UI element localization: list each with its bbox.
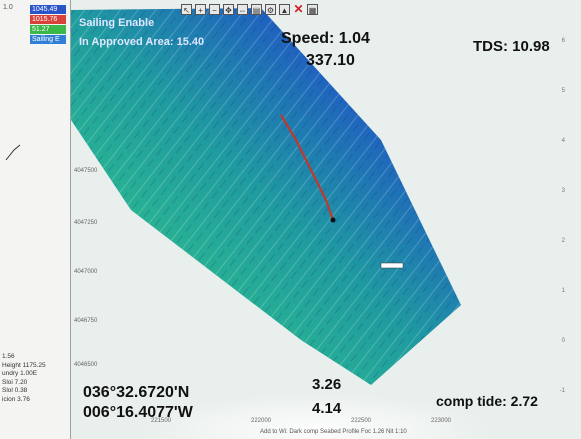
map-toolbar: ↖ + − ✥ ⇔ ▤ ⚙ ▲ ✕ ▦ [71,0,581,18]
stat-2: undry 1.00E [2,370,38,377]
scale-tick-7: -1 [559,388,565,394]
scale-tick-6: 0 [561,338,565,344]
legend-item-0: 1045.49 [30,5,66,14]
sailing-label: Sailing Enable [79,17,155,29]
speed-readout: Speed: 1.04 [281,30,370,47]
status-bar: Add to Wi: Dark comp Seabed Profile Foc … [260,429,407,435]
left-panel-tab[interactable]: 1.0 [3,4,13,11]
depth-readout-a: 3.26 [312,376,342,393]
vessel-position [330,217,336,223]
depth-marker [380,262,404,269]
zoom-in-icon[interactable]: + [195,3,206,15]
layers-icon[interactable]: ▤ [251,3,262,15]
approval-label: In Approved Area: 15.40 [79,36,205,48]
left-panel: 1.0 1045.49 1015.76 51.27 Sailing E 1.56… [0,0,71,439]
legend-item-2: 51.27 [30,25,66,34]
scale-tick-1: 5 [561,88,565,94]
longitude-readout: 006°16.4077'W [83,404,193,421]
close-icon[interactable]: ✕ [293,3,304,15]
depth-readout-b: 4.14 [312,400,342,417]
scale-tick-0: 6 [561,38,565,44]
scale-tick-4: 2 [561,238,565,244]
legend-item-1: 1015.76 [30,15,66,24]
map-area[interactable]: ↖ + − ✥ ⇔ ▤ ⚙ ▲ ✕ ▦ Sailing Enable In Ap… [71,0,581,439]
stat-3: Sloi 7.20 [2,378,28,386]
left-stats: 1.56 Height 1175.25 undry 1.00E Sloi 7.2… [2,353,68,404]
settings-icon[interactable]: ⚙ [265,3,276,15]
x-tick-2: 222500 [351,418,372,424]
stat-5: icion 3.76 [2,395,30,403]
heading-readout: 337.10 [306,52,355,69]
survey-streaks [71,8,461,385]
x-tick-1: 222000 [251,418,272,424]
legend-item-3[interactable]: Sailing E [30,35,66,44]
zoom-out-icon[interactable]: − [209,3,220,15]
x-tick-0: 221500 [151,418,172,424]
profile-line [5,144,21,161]
y-tick-3: 4046750 [74,318,98,324]
depth-scale: 6 5 4 3 2 1 0 -1 [551,18,581,418]
alarm-icon[interactable]: ▲ [279,3,290,15]
y-tick-1: 4047250 [74,220,98,226]
scale-tick-5: 1 [561,288,565,294]
comp-tide-readout: comp tide: 2.72 [436,393,538,409]
measure-icon[interactable]: ⇔ [237,3,248,15]
chart-icon[interactable]: ▦ [307,3,318,15]
scale-tick-3: 3 [561,188,565,194]
y-tick-0: 4047500 [74,168,98,174]
y-tick-4: 4046500 [74,362,98,368]
stat-1: Height 1175.25 [2,361,46,369]
x-tick-3: 223000 [431,418,452,424]
stat-0: 1.56 [2,353,15,360]
screen: 1.0 1045.49 1015.76 51.27 Sailing E 1.56… [0,0,581,439]
latitude-readout: 036°32.6720'N [83,384,190,401]
y-tick-2: 4047000 [74,269,98,275]
stat-4: Slol 0.38 [2,387,28,394]
tds-readout: TDS: 10.98 [473,38,550,55]
scale-tick-2: 4 [561,138,565,144]
pointer-icon[interactable]: ↖ [181,3,192,15]
pan-icon[interactable]: ✥ [223,3,234,15]
profile-graph [5,144,21,161]
